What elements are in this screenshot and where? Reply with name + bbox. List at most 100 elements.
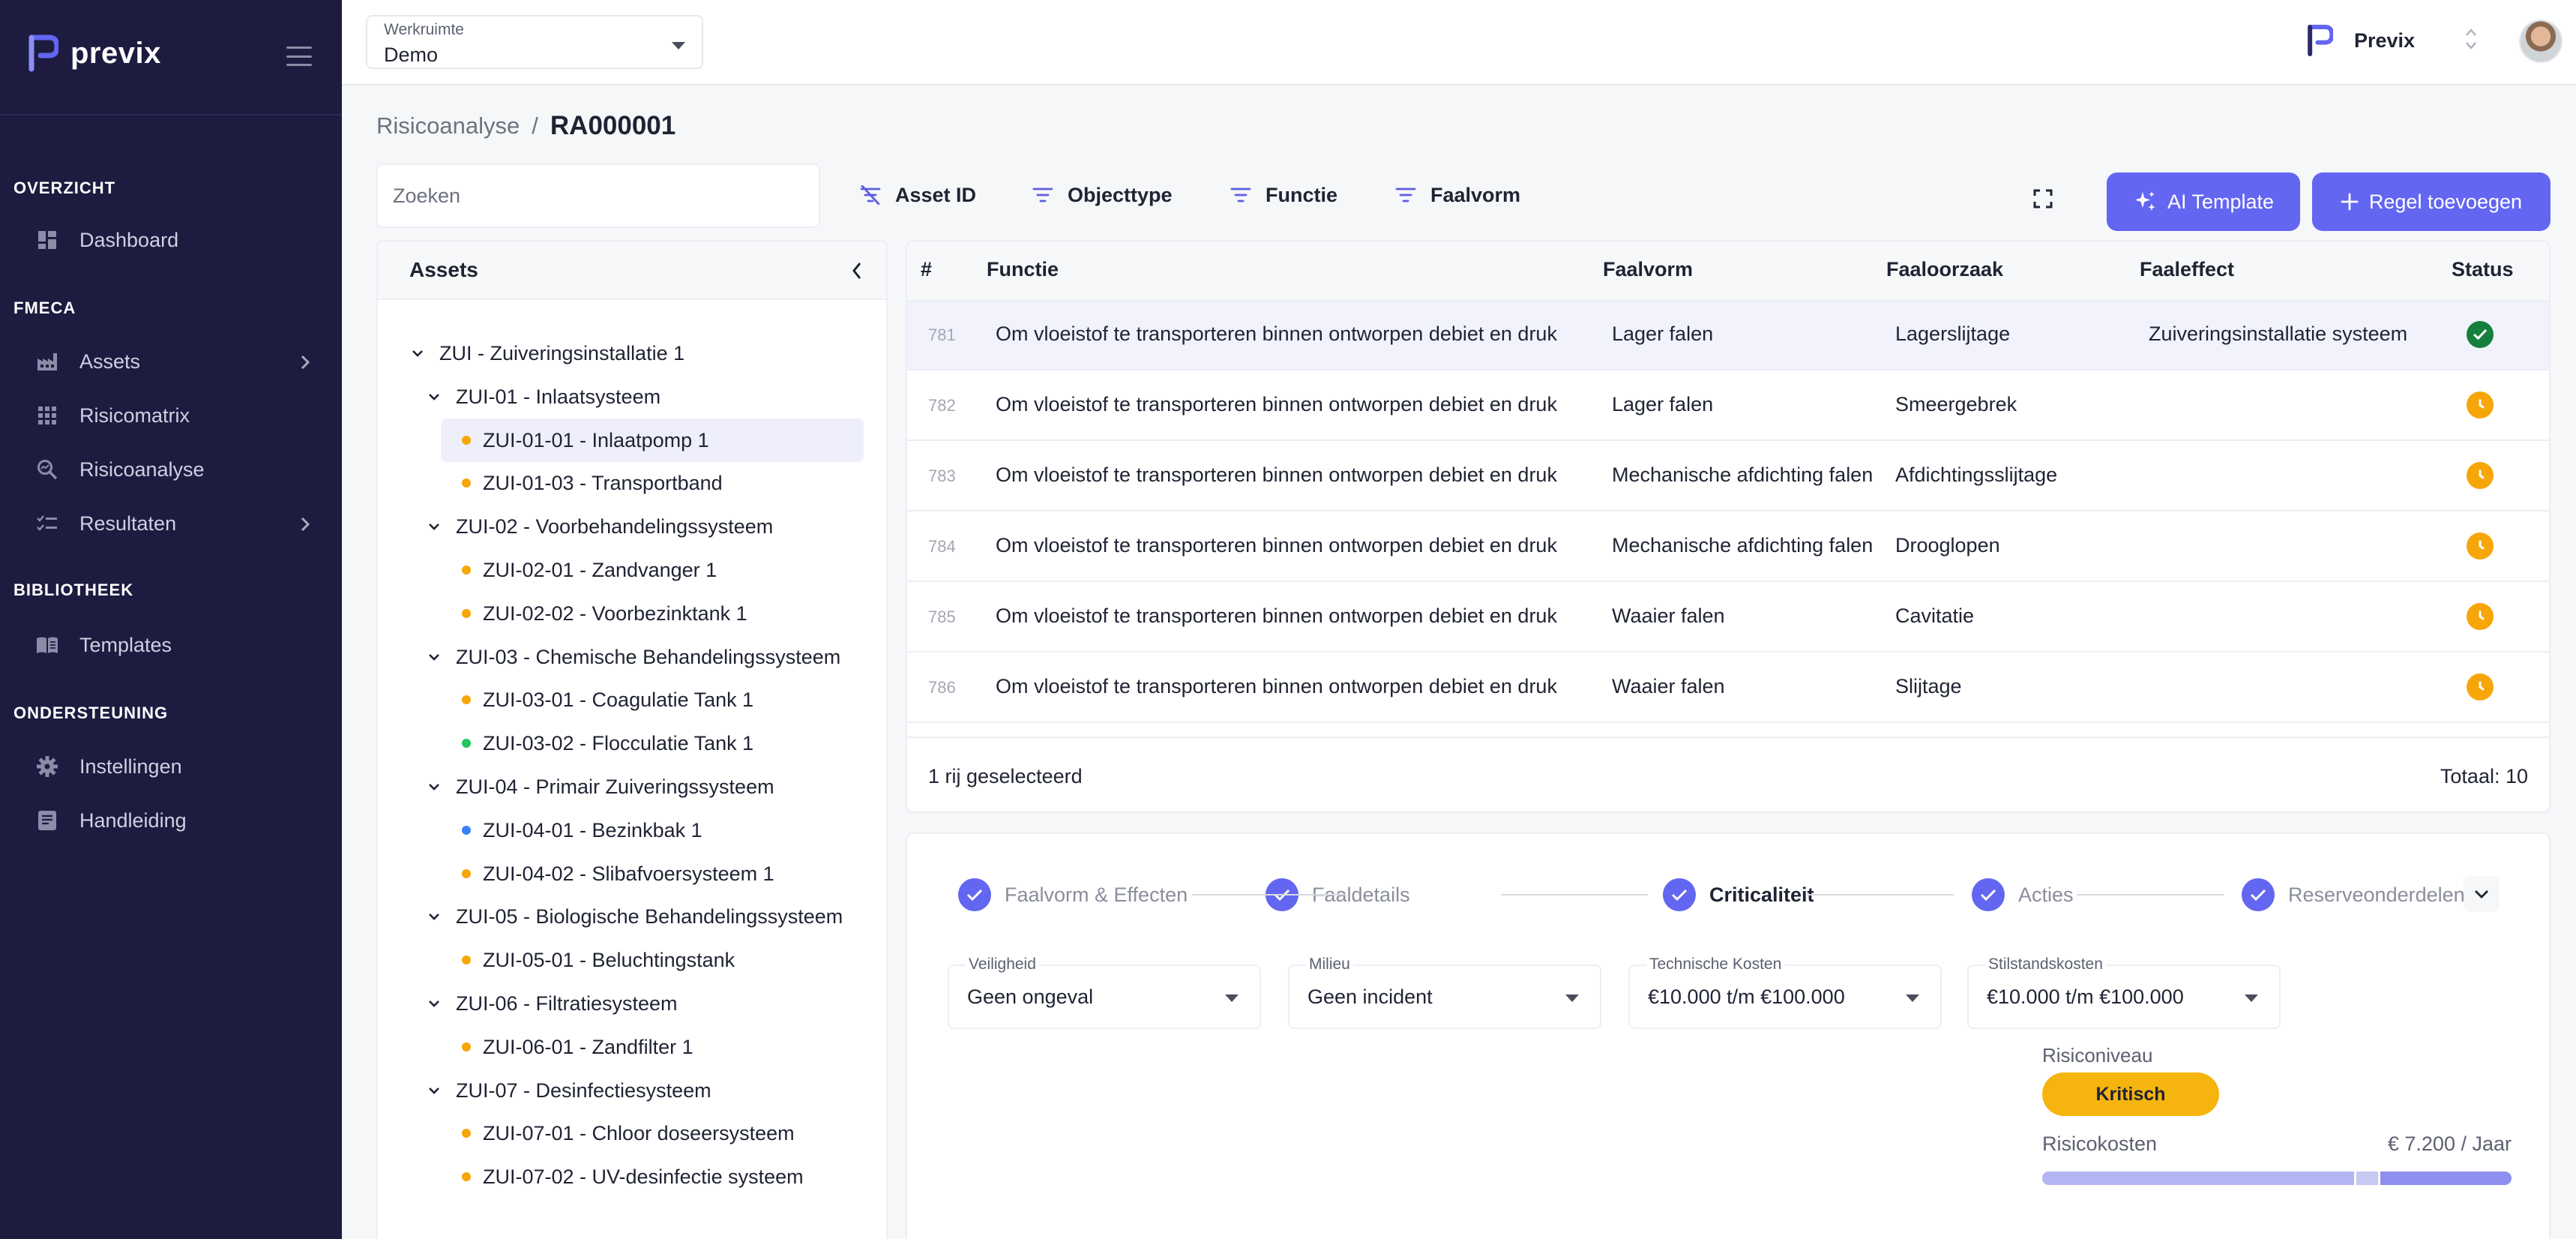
tree-item-group[interactable]: ZUI-01 - Inlaatsysteem xyxy=(427,380,660,414)
tree-item-group[interactable]: ZUI-02 - Voorbehandelingssysteem xyxy=(427,509,773,544)
tree-item-label: ZUI-02-01 - Zandvanger 1 xyxy=(483,558,717,581)
tree-item-asset[interactable]: ZUI-02-02 - Voorbezinktank 1 xyxy=(462,596,747,631)
chevron-down-icon[interactable] xyxy=(427,652,441,662)
sidebar-item-risicoanalyse[interactable]: Risicoanalyse xyxy=(36,454,306,484)
cell-id: 783 xyxy=(928,466,956,485)
cell-faalvorm: Mechanische afdichting falen xyxy=(1612,534,1874,556)
grid-icon xyxy=(36,404,58,427)
tree-item-asset[interactable]: ZUI-05-01 - Beluchtingstank xyxy=(462,943,735,977)
sidebar-item-instellingen[interactable]: Instellingen xyxy=(36,752,306,782)
tree-item-label: ZUI-03 - Chemische Behandelingssysteem xyxy=(456,645,841,668)
add-rule-label: Regel toevoegen xyxy=(2368,190,2523,213)
chevron-down-icon[interactable] xyxy=(427,1086,441,1095)
collapse-details-button[interactable] xyxy=(2464,876,2500,912)
table-row[interactable]: 781 Om vloeistof te transporteren binnen … xyxy=(907,302,2549,370)
tree-item-label: ZUI-07-02 - UV-desinfectie systeem xyxy=(483,1165,804,1188)
tree-item-group[interactable]: ZUI-06 - Filtratiesysteem xyxy=(427,986,678,1021)
tree-item-asset[interactable]: ZUI-01-03 - Transportband xyxy=(462,466,723,500)
tree-item-asset[interactable]: ZUI-01-01 - Inlaatpomp 1 xyxy=(462,423,709,458)
user-avatar[interactable] xyxy=(2519,20,2563,63)
veiligheid-select[interactable]: Veiligheid Geen ongeval xyxy=(948,956,1261,1029)
risk-level-badge: Kritisch xyxy=(2042,1072,2219,1116)
chevron-down-icon[interactable] xyxy=(427,522,441,531)
org-switcher[interactable]: Previx xyxy=(2306,20,2415,62)
column-header-id[interactable]: # xyxy=(921,258,932,281)
sidebar-item-dashboard[interactable]: Dashboard xyxy=(36,225,306,255)
tree-item-asset[interactable]: ZUI-02-01 - Zandvanger 1 xyxy=(462,553,717,587)
tree-item-group[interactable]: ZUI-05 - Biologische Behandelingssysteem xyxy=(427,899,843,934)
chevron-down-icon[interactable] xyxy=(427,782,441,791)
tree-item-asset[interactable]: ZUI-06-01 - Zandfilter 1 xyxy=(462,1030,693,1064)
caret-down-icon xyxy=(1225,994,1239,1002)
field-value: Geen incident xyxy=(1307,986,1433,1008)
workspace-select[interactable]: Werkruimte Demo xyxy=(366,15,703,69)
section-title-bibliotheek: BIBLIOTHEEK xyxy=(13,580,134,599)
page-title: RA000001 xyxy=(550,111,676,140)
chevron-down-icon[interactable] xyxy=(427,912,441,921)
step-4[interactable]: Acties xyxy=(1972,878,2074,912)
stilstandskosten-select[interactable]: Stilstandskosten €10.000 t/m €100.000 xyxy=(1967,956,2281,1029)
chevron-down-icon[interactable] xyxy=(427,999,441,1008)
chevron-down-icon[interactable] xyxy=(411,349,424,358)
cell-functie: Om vloeistof te transporteren binnen ont… xyxy=(996,393,1557,416)
table-header: # Functie Faalvorm Faaloorzaak Faaleffec… xyxy=(907,242,2549,302)
filter-asset-id[interactable]: Asset ID xyxy=(859,180,976,210)
fullscreen-icon[interactable] xyxy=(2033,189,2053,208)
selection-count: 1 rij geselecteerd xyxy=(928,765,1083,788)
status-dot xyxy=(462,1129,471,1138)
tree-item-asset[interactable]: ZUI-03-01 - Coagulatie Tank 1 xyxy=(462,682,753,717)
search-input[interactable] xyxy=(378,165,819,226)
technische-kosten-select[interactable]: Technische Kosten €10.000 t/m €100.000 xyxy=(1628,956,1942,1029)
ai-template-button[interactable]: AI Template xyxy=(2107,172,2300,231)
tree-item-asset[interactable]: ZUI-04-01 - Bezinkbak 1 xyxy=(462,813,702,848)
menu-toggle-icon[interactable] xyxy=(286,46,312,66)
sidebar-item-templates[interactable]: Templates xyxy=(36,630,306,660)
column-header-functie[interactable]: Functie xyxy=(987,258,1059,281)
breadcrumb-parent[interactable]: Risicoanalyse xyxy=(376,112,520,140)
status-dot xyxy=(462,956,471,964)
column-header-status[interactable]: Status xyxy=(2452,258,2514,281)
tree-item-group[interactable]: ZUI-07 - Desinfectiesysteem xyxy=(427,1073,711,1108)
tree-item-group[interactable]: ZUI - Zuiveringsinstallatie 1 xyxy=(411,336,684,370)
field-value: Geen ongeval xyxy=(967,986,1094,1008)
cell-functie: Om vloeistof te transporteren binnen ont… xyxy=(996,464,1557,486)
collapse-panel-icon[interactable] xyxy=(850,260,864,287)
column-header-faaloorzaak[interactable]: Faaloorzaak xyxy=(1886,258,2003,281)
chevron-down-icon[interactable] xyxy=(427,392,441,401)
sidebar-item-assets[interactable]: Assets xyxy=(36,346,310,376)
unfold-icon[interactable] xyxy=(2464,26,2479,58)
step-1[interactable]: Faalvorm & Effecten xyxy=(958,878,1188,912)
table-row[interactable]: 785 Om vloeistof te transporteren binnen … xyxy=(907,584,2549,652)
column-header-faaleffect[interactable]: Faaleffect xyxy=(2140,258,2234,281)
table-row[interactable]: 784 Om vloeistof te transporteren binnen … xyxy=(907,513,2549,582)
milieu-select[interactable]: Milieu Geen incident xyxy=(1288,956,1601,1029)
filter-functie[interactable]: Functie xyxy=(1230,180,1337,210)
table-row[interactable]: 782 Om vloeistof te transporteren binnen … xyxy=(907,372,2549,441)
tree-item-group[interactable]: ZUI-04 - Primair Zuiveringssysteem xyxy=(427,770,774,804)
filter-objecttype[interactable]: Objecttype xyxy=(1032,180,1173,210)
sidebar-item-handleiding[interactable]: Handleiding xyxy=(36,806,306,836)
tree-item-asset[interactable]: ZUI-07-01 - Chloor doseersysteem xyxy=(462,1116,795,1150)
check-icon xyxy=(2242,878,2275,911)
cost-segment-gap xyxy=(2378,1172,2380,1185)
brand-logo[interactable]: previx xyxy=(27,34,161,72)
table-row[interactable]: 783 Om vloeistof te transporteren binnen … xyxy=(907,442,2549,512)
step-5[interactable]: Reserveonderdelen xyxy=(2242,878,2465,912)
sidebar-item-resultaten[interactable]: Resultaten xyxy=(36,508,310,538)
sidebar-item-label: Risicoanalyse xyxy=(79,458,205,481)
cell-faalvorm: Waaier falen xyxy=(1612,675,1725,698)
step-3[interactable]: Criticaliteit xyxy=(1663,878,1814,912)
tree-item-asset[interactable]: ZUI-04-02 - Slibafvoersysteem 1 xyxy=(462,856,774,891)
status-clock-icon xyxy=(2467,392,2494,418)
table-row[interactable]: 786 Om vloeistof te transporteren binnen … xyxy=(907,654,2549,723)
tree-item-asset[interactable]: ZUI-07-02 - UV-desinfectie systeem xyxy=(462,1160,804,1194)
add-rule-button[interactable]: Regel toevoegen xyxy=(2312,172,2551,231)
filter-label: Functie xyxy=(1266,183,1338,206)
tree-item-label: ZUI-02 - Voorbehandelingssysteem xyxy=(456,514,774,538)
tree-item-group[interactable]: ZUI-03 - Chemische Behandelingssysteem xyxy=(427,640,840,674)
chevron-down-icon xyxy=(2475,890,2488,898)
tree-item-asset[interactable]: ZUI-03-02 - Flocculatie Tank 1 xyxy=(462,726,753,760)
column-header-faalvorm[interactable]: Faalvorm xyxy=(1603,258,1693,281)
sidebar-item-risicomatrix[interactable]: Risicomatrix xyxy=(36,400,306,430)
filter-faalvorm[interactable]: Faalvorm xyxy=(1394,180,1520,210)
